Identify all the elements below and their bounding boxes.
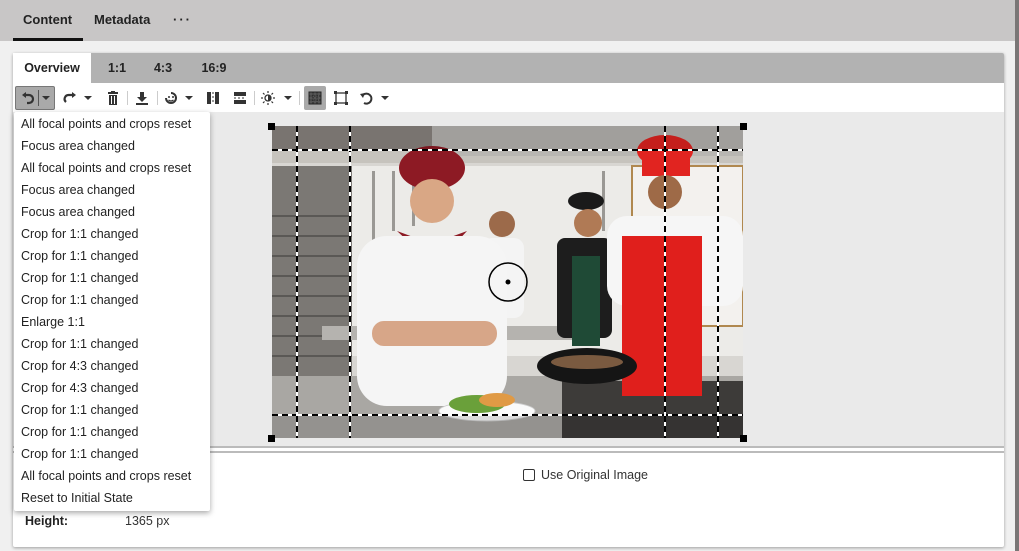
redo-dropdown[interactable] [83, 86, 93, 110]
history-item[interactable]: Crop for 4:3 changed [14, 355, 210, 377]
editor-toolbar [13, 83, 1004, 112]
trash-icon [107, 91, 119, 105]
download-icon [135, 91, 149, 105]
history-item[interactable]: Focus area changed [14, 179, 210, 201]
kitchen-photo [272, 126, 743, 438]
caret-down-icon [381, 96, 389, 100]
height-label: Height: [25, 514, 69, 528]
crop-frame-icon [334, 91, 348, 105]
history-item[interactable]: Enlarge 1:1 [14, 311, 210, 333]
history-item[interactable]: Crop for 1:1 changed [14, 399, 210, 421]
undo-icon [21, 91, 35, 105]
toolbar-separator [299, 91, 300, 105]
vertical-crop-button[interactable] [205, 86, 221, 110]
history-item[interactable]: Crop for 1:1 changed [14, 333, 210, 355]
toolbar-separator [127, 91, 128, 105]
history-item[interactable]: All focal points and crops reset [14, 113, 210, 135]
horizontal-crop-icon [233, 91, 247, 105]
history-item[interactable]: All focal points and crops reset [14, 157, 210, 179]
caret-down-icon [284, 96, 292, 100]
tab-overview[interactable]: Overview [13, 53, 91, 83]
toolbar-separator [254, 91, 255, 105]
history-item[interactable]: Crop for 1:1 changed [14, 443, 210, 465]
crop-handle-top-right[interactable] [740, 123, 747, 130]
editable-image[interactable] [272, 126, 743, 438]
use-original-image-label: Use Original Image [541, 468, 648, 482]
height-value: 1365 px [125, 514, 170, 528]
tab-1-1[interactable]: 1:1 [105, 53, 129, 83]
crop-handle-bottom-right[interactable] [740, 435, 747, 442]
focal-point-dropdown[interactable] [184, 86, 194, 110]
horizontal-crop-button[interactable] [231, 86, 249, 110]
tab-content[interactable]: Content [12, 0, 84, 41]
splitter-grip-icon[interactable] [501, 447, 513, 450]
tab-16-9[interactable]: 16:9 [198, 53, 230, 83]
delete-button[interactable] [105, 86, 121, 110]
history-item[interactable]: Focus area changed [14, 201, 210, 223]
brightness-button[interactable] [259, 86, 277, 110]
redo-icon [63, 91, 77, 105]
rotate-dropdown[interactable] [380, 86, 390, 110]
undo-button[interactable] [15, 86, 55, 110]
use-original-image-checkbox[interactable] [523, 469, 535, 481]
focal-point-center [505, 279, 511, 285]
history-item[interactable]: All focal points and crops reset [14, 465, 210, 487]
top-tab-bar: Content Metadata ··· [0, 0, 1016, 41]
history-item[interactable]: Crop for 1:1 changed [14, 267, 210, 289]
page-scrollbar[interactable] [1015, 0, 1019, 551]
brightness-icon [261, 91, 275, 105]
caret-down-icon [185, 96, 193, 100]
tab-more[interactable]: ··· [173, 0, 192, 41]
crop-handle-top-left[interactable] [268, 123, 275, 130]
focal-point-button[interactable] [162, 86, 180, 110]
history-item[interactable]: Focus area changed [14, 135, 210, 157]
toolbar-separator [157, 91, 158, 105]
download-button[interactable] [133, 86, 151, 110]
rotate-button[interactable] [357, 86, 375, 110]
grid-overlay-icon [308, 91, 322, 105]
history-item[interactable]: Crop for 1:1 changed [14, 289, 210, 311]
history-item-reset-initial[interactable]: Reset to Initial State [14, 487, 210, 509]
history-item[interactable]: Crop for 1:1 changed [14, 245, 210, 267]
tab-metadata[interactable]: Metadata [94, 0, 150, 41]
crop-tab-bar: Overview 1:1 4:3 16:9 [13, 53, 1004, 83]
vertical-crop-icon [206, 91, 220, 105]
use-original-image-option[interactable]: Use Original Image [523, 468, 648, 482]
focal-point-icon [164, 91, 178, 105]
image-height-row: Height: 1365 px [25, 514, 169, 528]
redo-button[interactable] [61, 86, 79, 110]
undo-history-dropdown-icon[interactable] [41, 96, 50, 100]
crop-handle-bottom-left[interactable] [268, 435, 275, 442]
grid-overlay-button[interactable] [304, 86, 326, 110]
history-item[interactable]: Crop for 1:1 changed [14, 421, 210, 443]
history-item[interactable]: Crop for 4:3 changed [14, 377, 210, 399]
crop-frame-button[interactable] [331, 86, 351, 110]
brightness-dropdown[interactable] [283, 86, 293, 110]
rotate-icon [359, 91, 373, 105]
tab-4-3[interactable]: 4:3 [150, 53, 176, 83]
undo-history-menu: All focal points and crops reset Focus a… [14, 112, 210, 511]
caret-down-icon [84, 96, 92, 100]
history-item[interactable]: Crop for 1:1 changed [14, 223, 210, 245]
